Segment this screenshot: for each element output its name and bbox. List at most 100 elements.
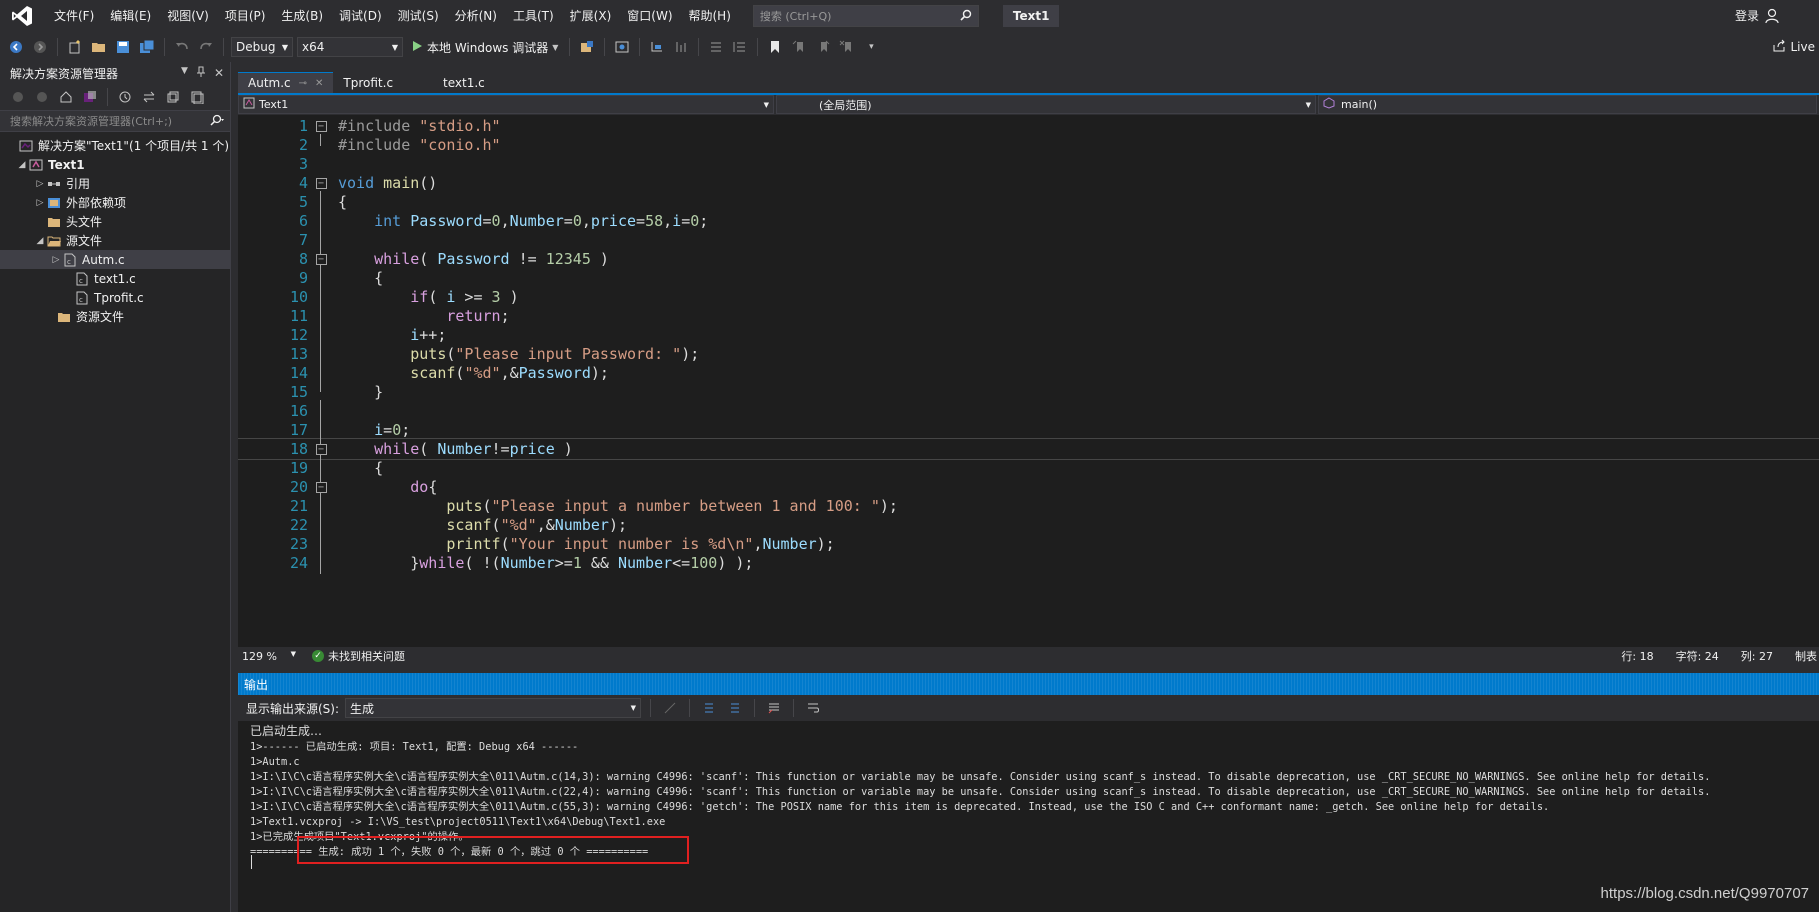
toolbar-separator	[57, 38, 58, 56]
tab-autm-c[interactable]: Autm.c ⊸ ✕	[238, 72, 334, 93]
code-line[interactable]: 24 }while( !(Number>=1 && Number<=100) )…	[238, 552, 1819, 574]
new-project-icon[interactable]	[65, 37, 85, 57]
issues-indicator[interactable]: ✓ 未找到相关问题	[312, 648, 405, 664]
home-icon[interactable]	[56, 87, 76, 107]
menu-item[interactable]: 测试(S)	[390, 0, 447, 32]
chevron-down-icon[interactable]: ▼	[181, 66, 188, 81]
output-source-value: 生成	[350, 701, 375, 716]
pin-icon[interactable]: ⊸	[299, 78, 307, 89]
find-message-icon[interactable]	[660, 698, 680, 718]
switch-views-icon[interactable]	[80, 87, 100, 107]
tree-item-solution[interactable]: 解决方案"Text1"(1 个项目/共 1 个)	[0, 136, 230, 155]
tree-item-source-files[interactable]: ◢ 源文件	[0, 231, 230, 250]
clear-bookmarks-icon[interactable]	[837, 37, 857, 57]
line-number: 5	[298, 193, 308, 211]
close-icon[interactable]: ✕	[315, 78, 323, 89]
menu-item[interactable]: 窗口(W)	[619, 0, 680, 32]
menu-item[interactable]: 调试(D)	[331, 0, 390, 32]
function-icon	[1323, 97, 1335, 112]
live-share-button[interactable]: Live	[1772, 32, 1819, 62]
collapsed-arrow-icon[interactable]: ▷	[34, 198, 46, 208]
forward-icon[interactable]	[32, 87, 52, 107]
tree-item-header-files[interactable]: 头文件	[0, 212, 230, 231]
tab-tprofit-c[interactable]: Tprofit.c	[333, 72, 433, 93]
close-icon[interactable]: ✕	[214, 66, 224, 81]
next-bookmark-icon[interactable]	[813, 37, 833, 57]
step-over-icon[interactable]	[671, 37, 691, 57]
clear-all-icon[interactable]	[764, 698, 784, 718]
line-number: 18	[289, 440, 308, 458]
prev-bookmark-icon[interactable]	[789, 37, 809, 57]
user-icon[interactable]	[1765, 8, 1779, 24]
tree-item-tprofit-c[interactable]: c Tprofit.c	[0, 288, 230, 307]
tree-item-external-deps[interactable]: ▷ 外部依赖项	[0, 193, 230, 212]
menu-item[interactable]: 视图(V)	[159, 0, 217, 32]
bookmark-icon[interactable]	[765, 37, 785, 57]
redo-icon[interactable]	[196, 37, 216, 57]
prev-message-icon[interactable]	[699, 698, 719, 718]
toolbar-separator	[604, 38, 606, 56]
menu-item[interactable]: 分析(N)	[447, 0, 505, 32]
line-number: 2	[298, 136, 308, 154]
external-deps-icon	[46, 196, 62, 210]
menu-item[interactable]: 帮助(H)	[681, 0, 739, 32]
pending-changes-icon[interactable]	[115, 87, 135, 107]
collapse-all-icon[interactable]	[163, 87, 183, 107]
menu-item[interactable]: 工具(T)	[505, 0, 562, 32]
tree-item-text1-c[interactable]: c text1.c	[0, 269, 230, 288]
back-icon[interactable]	[6, 37, 26, 57]
show-all-files-icon[interactable]	[187, 87, 207, 107]
menu-item[interactable]: 生成(B)	[273, 0, 331, 32]
platform-select[interactable]: x64 ▼	[297, 37, 403, 57]
tree-item-references[interactable]: ▷ 引用	[0, 174, 230, 193]
pin-icon[interactable]	[196, 66, 206, 81]
save-icon[interactable]	[113, 37, 133, 57]
forward-icon[interactable]	[30, 37, 50, 57]
output-source-select[interactable]: 生成 ▼	[345, 698, 642, 718]
expanded-arrow-icon[interactable]: ◢	[16, 160, 28, 170]
line-number: 20	[289, 478, 308, 496]
search-input[interactable]: 搜索 (Ctrl+Q)	[752, 5, 979, 27]
configuration-select[interactable]: Debug ▼	[231, 37, 293, 57]
zoom-select[interactable]: 129 % ▼	[238, 650, 300, 663]
output-text[interactable]: 已启动生成… 1>------ 已启动生成: 项目: Text1, 配置: De…	[238, 721, 1819, 912]
open-folder-icon[interactable]	[89, 37, 109, 57]
project-select[interactable]: Text1 ▼	[238, 95, 774, 114]
function-select[interactable]: main()	[1318, 95, 1817, 114]
tab-text1-c[interactable]: text1.c	[433, 72, 495, 93]
collapsed-arrow-icon[interactable]: ▷	[34, 179, 46, 189]
tree-item-project[interactable]: ◢ Text1	[0, 155, 230, 174]
start-debugging-button[interactable]: 本地 Windows 调试器 ▼	[407, 39, 562, 56]
function-name: main()	[1341, 98, 1378, 111]
solution-search-input[interactable]: 搜索解决方案资源管理器(Ctrl+;)	[0, 110, 230, 132]
menu-item[interactable]: 项目(P)	[217, 0, 274, 32]
save-all-icon[interactable]	[137, 37, 157, 57]
tab-mode-indicator[interactable]: 制表	[1795, 648, 1817, 664]
code-text: void main()	[338, 174, 438, 192]
tree-item-resource-files[interactable]: 资源文件	[0, 307, 230, 326]
output-line: 1>Autm.c	[250, 756, 300, 768]
solution-search-placeholder: 搜索解决方案资源管理器(Ctrl+;)	[10, 115, 173, 128]
back-icon[interactable]	[8, 87, 28, 107]
scope-select[interactable]: (全局范围) ▼	[776, 95, 1316, 114]
step-into-icon[interactable]	[647, 37, 667, 57]
sync-icon[interactable]	[139, 87, 159, 107]
toolbar-overflow-icon[interactable]: ▾	[861, 37, 881, 57]
next-message-icon[interactable]	[725, 698, 745, 718]
expanded-arrow-icon[interactable]: ◢	[34, 236, 46, 246]
word-wrap-icon[interactable]	[803, 698, 823, 718]
undo-icon[interactable]	[172, 37, 192, 57]
collapsed-arrow-icon[interactable]: ▷	[50, 255, 62, 265]
menu-item[interactable]: 编辑(E)	[102, 0, 159, 32]
menu-item[interactable]: 文件(F)	[46, 0, 102, 32]
login-link[interactable]: 登录	[1735, 0, 1759, 32]
line-number: 11	[289, 307, 308, 325]
tree-item-autm-c[interactable]: ▷ c Autm.c	[0, 250, 230, 269]
attach-process-icon[interactable]	[577, 37, 597, 57]
screenshot-icon[interactable]	[612, 37, 632, 57]
comment-icon[interactable]	[706, 37, 726, 57]
menu-item[interactable]: 扩展(X)	[562, 0, 620, 32]
code-editor[interactable]: 1 − #include "stdio.h" 2 #include "conio…	[238, 115, 1819, 647]
output-pane-header[interactable]: 输出	[238, 673, 1819, 695]
uncomment-icon[interactable]	[730, 37, 750, 57]
